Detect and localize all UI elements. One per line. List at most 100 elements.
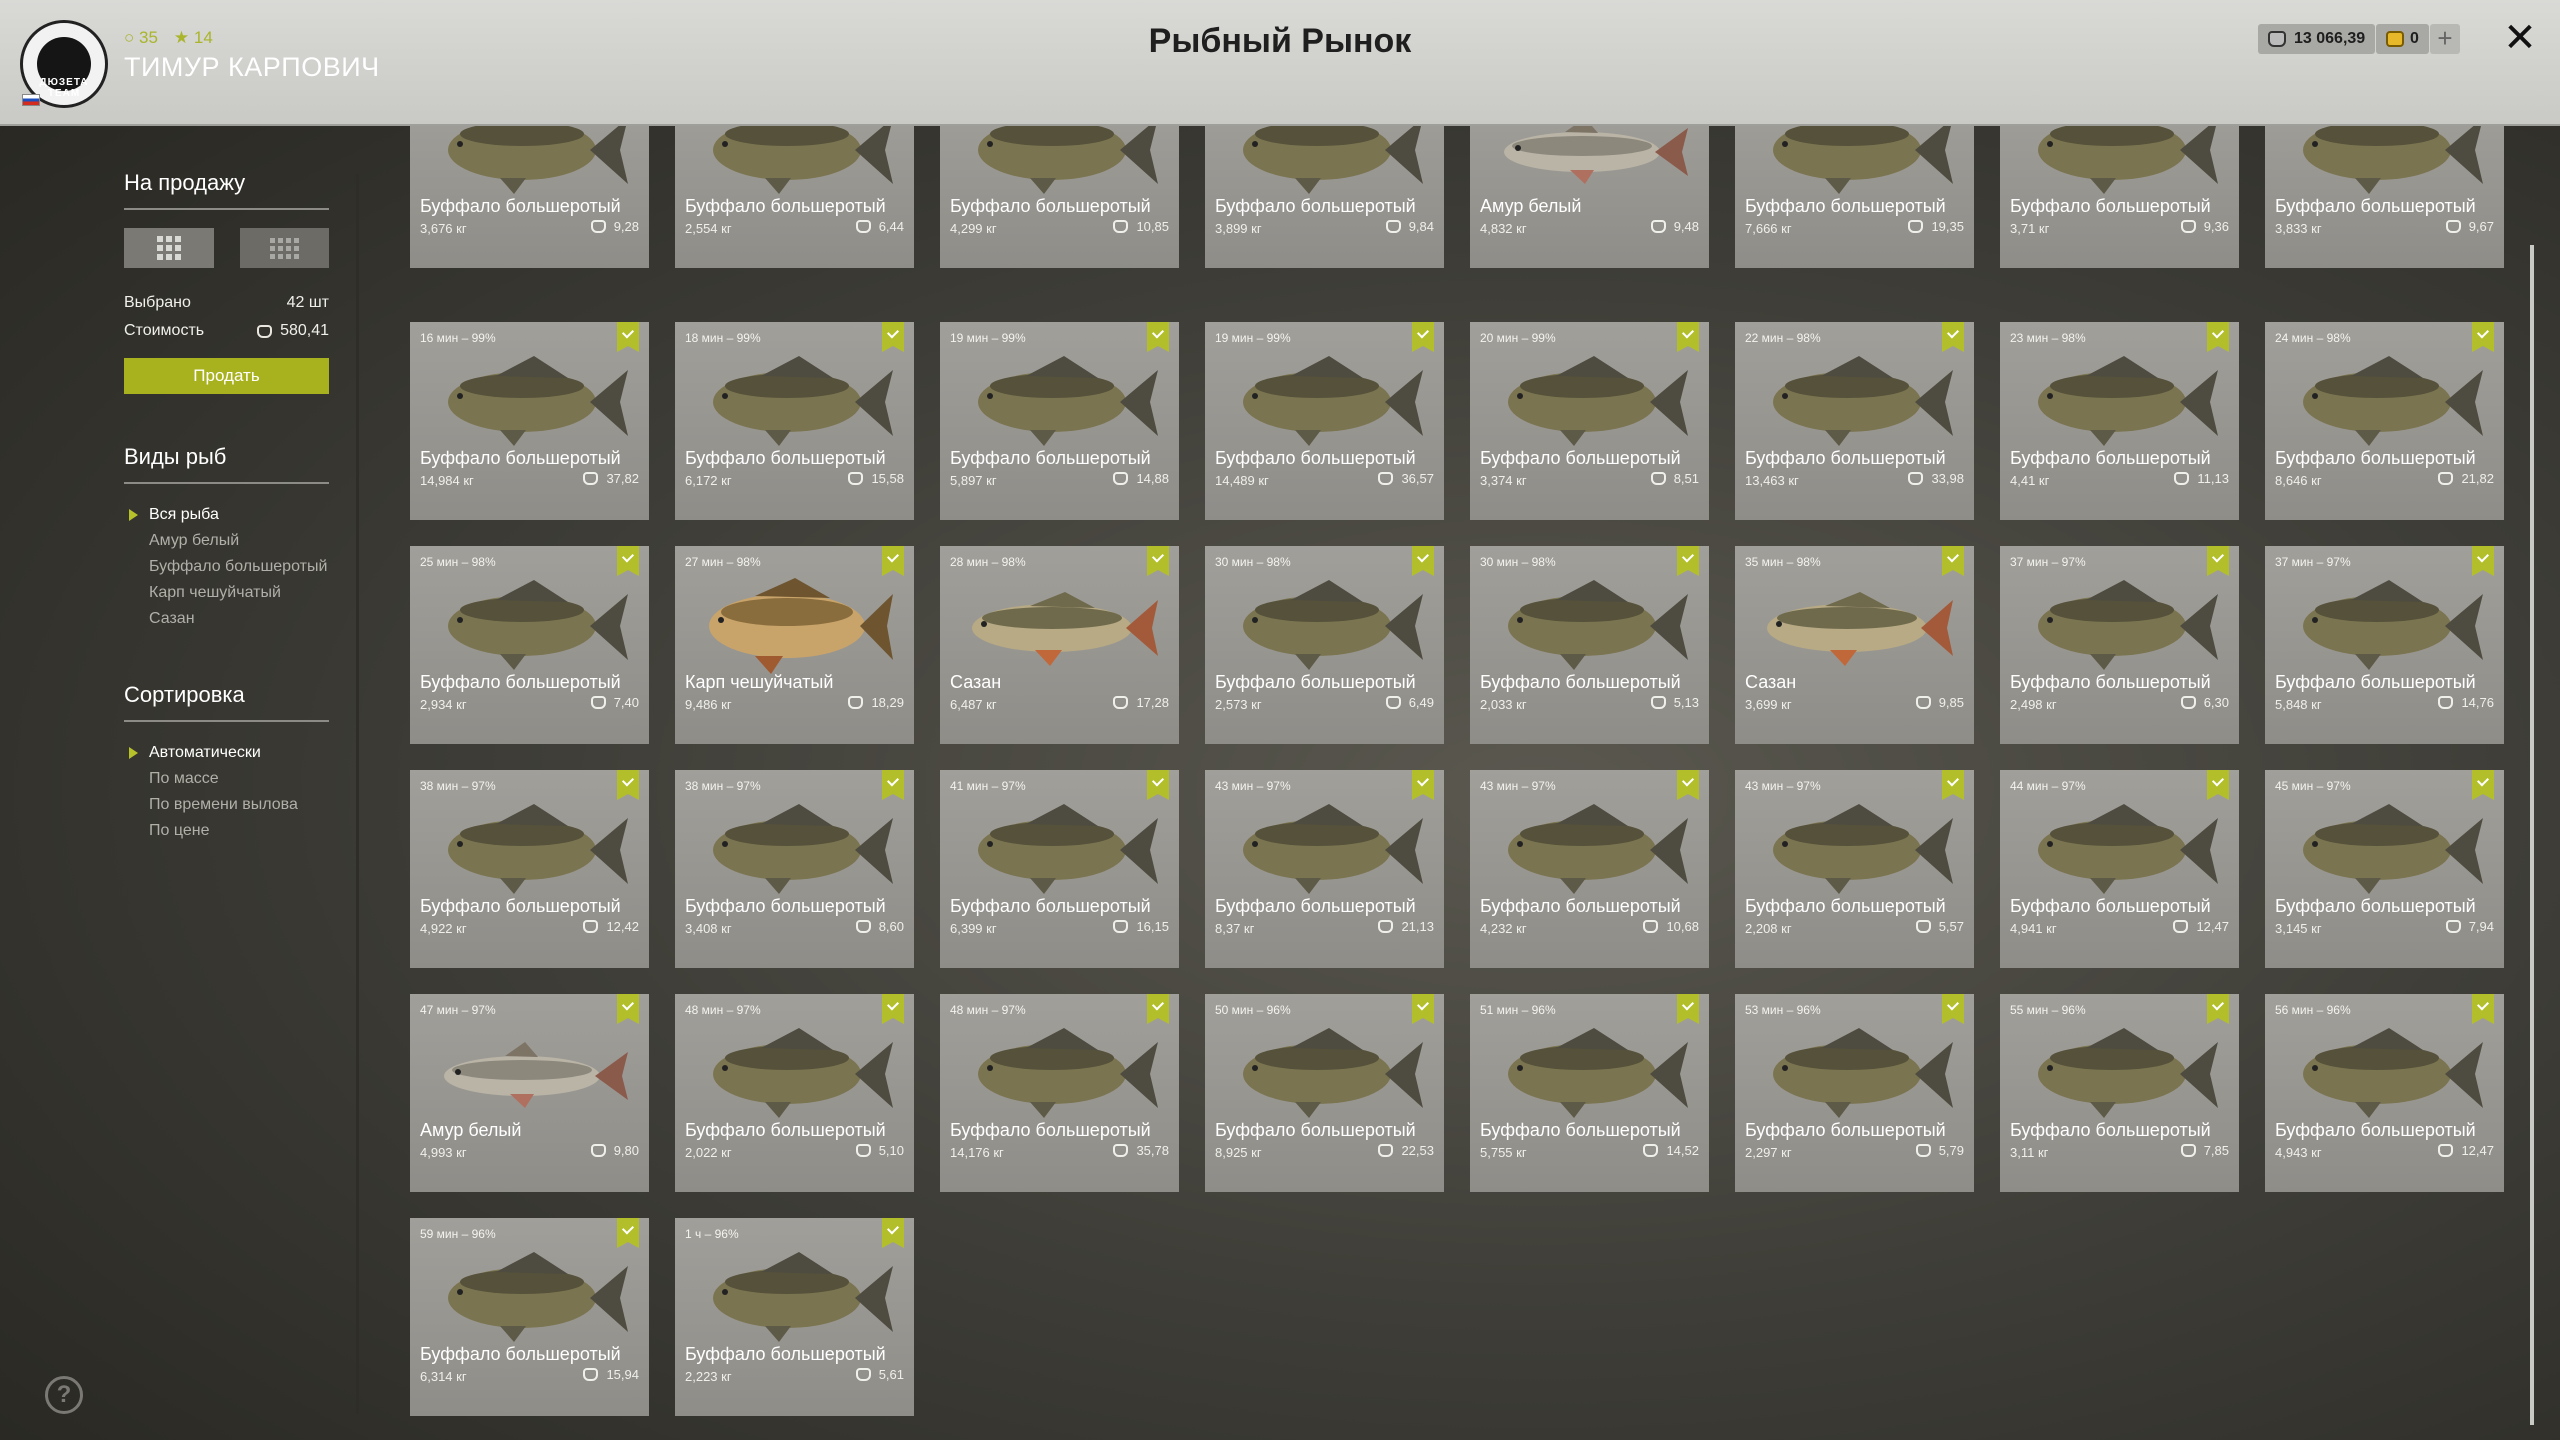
fish-card[interactable]: Амур белый 4,832 кг 9,48: [1470, 126, 1709, 268]
fish-card[interactable]: 44 мин – 97% Буффало большеротый 4,941 кг…: [2000, 770, 2239, 968]
fish-card[interactable]: Буффало большеротый 3,899 кг 9,84: [1205, 126, 1444, 268]
large-grid-view-button[interactable]: [124, 228, 214, 268]
fish-card[interactable]: 45 мин – 97% Буффало большеротый 3,145 кг…: [2265, 770, 2504, 968]
fish-price: 15,94: [583, 1367, 639, 1382]
add-gold-button[interactable]: +: [2430, 24, 2460, 54]
fish-card[interactable]: 43 мин – 97% Буффало большеротый 8,37 кг 2…: [1205, 770, 1444, 968]
fish-card[interactable]: 30 мин – 98% Буффало большеротый 2,033 кг…: [1470, 546, 1709, 744]
fish-price: 9,28: [590, 219, 639, 234]
fish-price-value: 6,44: [878, 219, 904, 234]
cost-label: Стоимость: [124, 322, 205, 339]
scrollbar[interactable]: [2530, 245, 2534, 1425]
fish-card[interactable]: 51 мин – 96% Буффало большеротый 5,755 кг…: [1470, 994, 1709, 1192]
silver-coin-icon: [1113, 696, 1129, 709]
fish-name: Буффало большеротый: [2275, 448, 2476, 468]
fish-weight: 4,922 кг: [420, 921, 467, 936]
sidebar-divider: [356, 174, 359, 1414]
sort-option-item[interactable]: По цене: [124, 818, 329, 844]
fish-card[interactable]: 43 мин – 97% Буффало большеротый 4,232 кг…: [1470, 770, 1709, 968]
fish-card[interactable]: 23 мин – 98% Буффало большеротый 4,41 кг 1…: [2000, 322, 2239, 520]
fish-price-value: 12,47: [2196, 919, 2229, 934]
fish-card[interactable]: Буффало большеротый 2,554 кг 6,44: [675, 126, 914, 268]
fish-card[interactable]: 37 мин – 97% Буффало большеротый 5,848 кг…: [2265, 546, 2504, 744]
sort-option-item[interactable]: По времени вылова: [124, 792, 329, 818]
sell-button[interactable]: Продать: [124, 358, 329, 394]
fish-card[interactable]: 30 мин – 98% Буффало большеротый 2,573 кг…: [1205, 546, 1444, 744]
fish-name: Сазан: [1745, 672, 1797, 692]
fish-card[interactable]: Буффало большеротый 4,299 кг 10,85: [940, 126, 1179, 268]
fish-card[interactable]: 48 мин – 97% Буффало большеротый 2,022 кг…: [675, 994, 914, 1192]
fish-name: Буффало большеротый: [1745, 896, 1946, 916]
fish-card[interactable]: 53 мин – 96% Буффало большеротый 2,297 кг…: [1735, 994, 1974, 1192]
fish-price: 9,84: [1385, 219, 1434, 234]
fish-card[interactable]: 27 мин – 98% Карп чешуйчатый 9,486 кг 18,2…: [675, 546, 914, 744]
small-grid-view-button[interactable]: [239, 228, 329, 268]
fish-card[interactable]: 25 мин – 98% Буффало большеротый 2,934 кг…: [410, 546, 649, 744]
fish-card[interactable]: 43 мин – 97% Буффало большеротый 2,208 кг…: [1735, 770, 1974, 968]
fish-card[interactable]: 1 ч – 96% Буффало большеротый 2,223 кг 5,6…: [675, 1218, 914, 1416]
fish-card[interactable]: 59 мин – 96% Буффало большеротый 6,314 кг…: [410, 1218, 649, 1416]
page-title: Рыбный Рынок: [1148, 22, 1412, 60]
fish-card[interactable]: 19 мин – 99% Буффало большеротый 14,489 к…: [1205, 322, 1444, 520]
fish-price-value: 17,28: [1136, 695, 1169, 710]
fish-card[interactable]: 35 мин – 98% Сазан 3,699 кг 9,85: [1735, 546, 1974, 744]
sort-option-item[interactable]: По массе: [124, 766, 329, 792]
help-icon[interactable]: ?: [45, 1376, 83, 1414]
fish-card[interactable]: 19 мин – 99% Буффало большеротый 5,897 кг…: [940, 322, 1179, 520]
sort-option-item[interactable]: Автоматически: [124, 740, 329, 766]
silver-coin-icon: [1385, 696, 1401, 709]
species-filter-item[interactable]: Сазан: [124, 606, 329, 632]
fish-card[interactable]: 47 мин – 97% Амур белый 4,993 кг 9,80: [410, 994, 649, 1192]
silver-coin-icon: [1915, 920, 1931, 933]
fish-card[interactable]: 24 мин – 98% Буффало большеротый 8,646 кг…: [2265, 322, 2504, 520]
species-filter-item[interactable]: Карп чешуйчатый: [124, 580, 329, 606]
fish-name: Буффало большеротый: [950, 896, 1151, 916]
silver-coin-icon: [1378, 920, 1394, 933]
fish-weight: 3,374 кг: [1480, 473, 1527, 488]
fish-weight: 6,314 кг: [420, 1369, 467, 1384]
fish-card[interactable]: Буффало большеротый 3,833 кг 9,67: [2265, 126, 2504, 268]
silver-coin-icon: [1113, 472, 1129, 485]
fish-card[interactable]: 56 мин – 96% Буффало большеротый 4,943 кг…: [2265, 994, 2504, 1192]
fish-card[interactable]: 18 мин – 99% Буффало большеротый 6,172 кг…: [675, 322, 914, 520]
silver-coin-icon: [257, 324, 273, 338]
fish-card[interactable]: 22 мин – 98% Буффало большеротый 13,463 к…: [1735, 322, 1974, 520]
fish-name: Буффало большеротый: [950, 196, 1151, 216]
fish-card[interactable]: Буффало большеротый 3,71 кг 9,36: [2000, 126, 2239, 268]
fish-price: 5,57: [1915, 919, 1964, 934]
fish-price: 9,48: [1650, 219, 1699, 234]
fish-price-value: 7,40: [613, 695, 639, 710]
fish-card[interactable]: 38 мин – 97% Буффало большеротый 4,922 кг…: [410, 770, 649, 968]
fish-card[interactable]: 28 мин – 98% Сазан 6,487 кг 17,28: [940, 546, 1179, 744]
fish-name: Буффало большеротый: [1480, 896, 1681, 916]
fish-weight: 2,022 кг: [685, 1145, 732, 1160]
fish-card[interactable]: 16 мин – 99% Буффало большеротый 14,984 к…: [410, 322, 649, 520]
buffalo-fish-icon: [1508, 580, 1688, 670]
fish-name: Буффало большеротый: [420, 896, 621, 916]
silver-coin-icon: [1378, 1144, 1394, 1157]
fish-price: 15,58: [848, 471, 904, 486]
cost-amount: 580,41: [257, 322, 329, 340]
russia-flag-icon: [22, 94, 40, 106]
fish-name: Амур белый: [420, 1120, 522, 1140]
species-filter-item[interactable]: Амур белый: [124, 528, 329, 554]
fish-card[interactable]: 50 мин – 96% Буффало большеротый 8,925 кг…: [1205, 994, 1444, 1192]
close-icon[interactable]: ✕: [2500, 18, 2540, 58]
fish-weight: 13,463 кг: [1745, 473, 1799, 488]
fish-card[interactable]: Буффало большеротый 7,666 кг 19,35: [1735, 126, 1974, 268]
fish-price-value: 7,85: [2203, 1143, 2229, 1158]
fish-card[interactable]: Буффало большеротый 3,676 кг 9,28: [410, 126, 649, 268]
fish-card[interactable]: 55 мин – 96% Буффало большеротый 3,11 кг 7…: [2000, 994, 2239, 1192]
species-filter-item[interactable]: Вся рыба: [124, 502, 329, 528]
fish-name: Буффало большеротый: [685, 896, 886, 916]
fish-name: Буффало большеротый: [420, 196, 621, 216]
amur-fish-icon: [444, 1042, 628, 1108]
fish-card[interactable]: 37 мин – 97% Буффало большеротый 2,498 кг…: [2000, 546, 2239, 744]
fish-weight: 5,755 кг: [1480, 1145, 1527, 1160]
species-filter-item[interactable]: Буффало большеротый: [124, 554, 329, 580]
fish-card[interactable]: 48 мин – 97% Буффало большеротый 14,176 к…: [940, 994, 1179, 1192]
fish-card[interactable]: 38 мин – 97% Буффало большеротый 3,408 кг…: [675, 770, 914, 968]
fish-card[interactable]: 20 мин – 99% Буффало большеротый 3,374 кг…: [1470, 322, 1709, 520]
fish-card[interactable]: 41 мин – 97% Буффало большеротый 6,399 кг…: [940, 770, 1179, 968]
fish-weight: 3,71 кг: [2010, 221, 2050, 236]
